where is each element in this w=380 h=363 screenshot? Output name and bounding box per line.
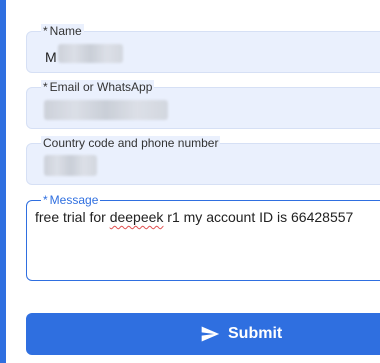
name-label-text: Name (49, 24, 82, 38)
name-field-label: * Name (41, 24, 84, 38)
email-field-label: * Email or WhatsApp (41, 80, 155, 94)
required-marker: * (43, 193, 48, 207)
message-text-part1: free trial for (35, 209, 110, 225)
redacted-phone-blur (44, 155, 97, 176)
message-label-text: Message (49, 193, 99, 207)
send-icon (201, 326, 220, 342)
email-whatsapp-field[interactable]: * Email or WhatsApp (26, 80, 380, 129)
name-value: M (45, 49, 57, 65)
email-label-text: Email or WhatsApp (49, 80, 153, 94)
submit-button[interactable]: Submit (26, 313, 380, 355)
phone-label-text: Country code and phone number (43, 136, 219, 150)
left-edge-accent (0, 0, 6, 363)
misspelled-word: deepeek (109, 209, 164, 225)
phone-field-label: Country code and phone number (41, 136, 221, 150)
message-textarea[interactable]: * Message free trial for deepeek r1 my ac… (26, 193, 380, 281)
message-value: free trial for deepeek r1 my account ID … (35, 209, 353, 225)
required-marker: * (43, 80, 48, 94)
redacted-name-blur (58, 44, 123, 63)
message-field-label: * Message (41, 193, 101, 207)
phone-field[interactable]: Country code and phone number (26, 136, 380, 185)
required-marker: * (43, 24, 48, 38)
contact-form-page: * Name M * Email or WhatsApp Country code … (0, 0, 380, 363)
message-text-part2: r1 my account ID is 66428557 (163, 209, 354, 225)
submit-label: Submit (228, 325, 283, 342)
redacted-email-blur (44, 100, 168, 120)
name-field[interactable]: * Name M (26, 24, 380, 73)
